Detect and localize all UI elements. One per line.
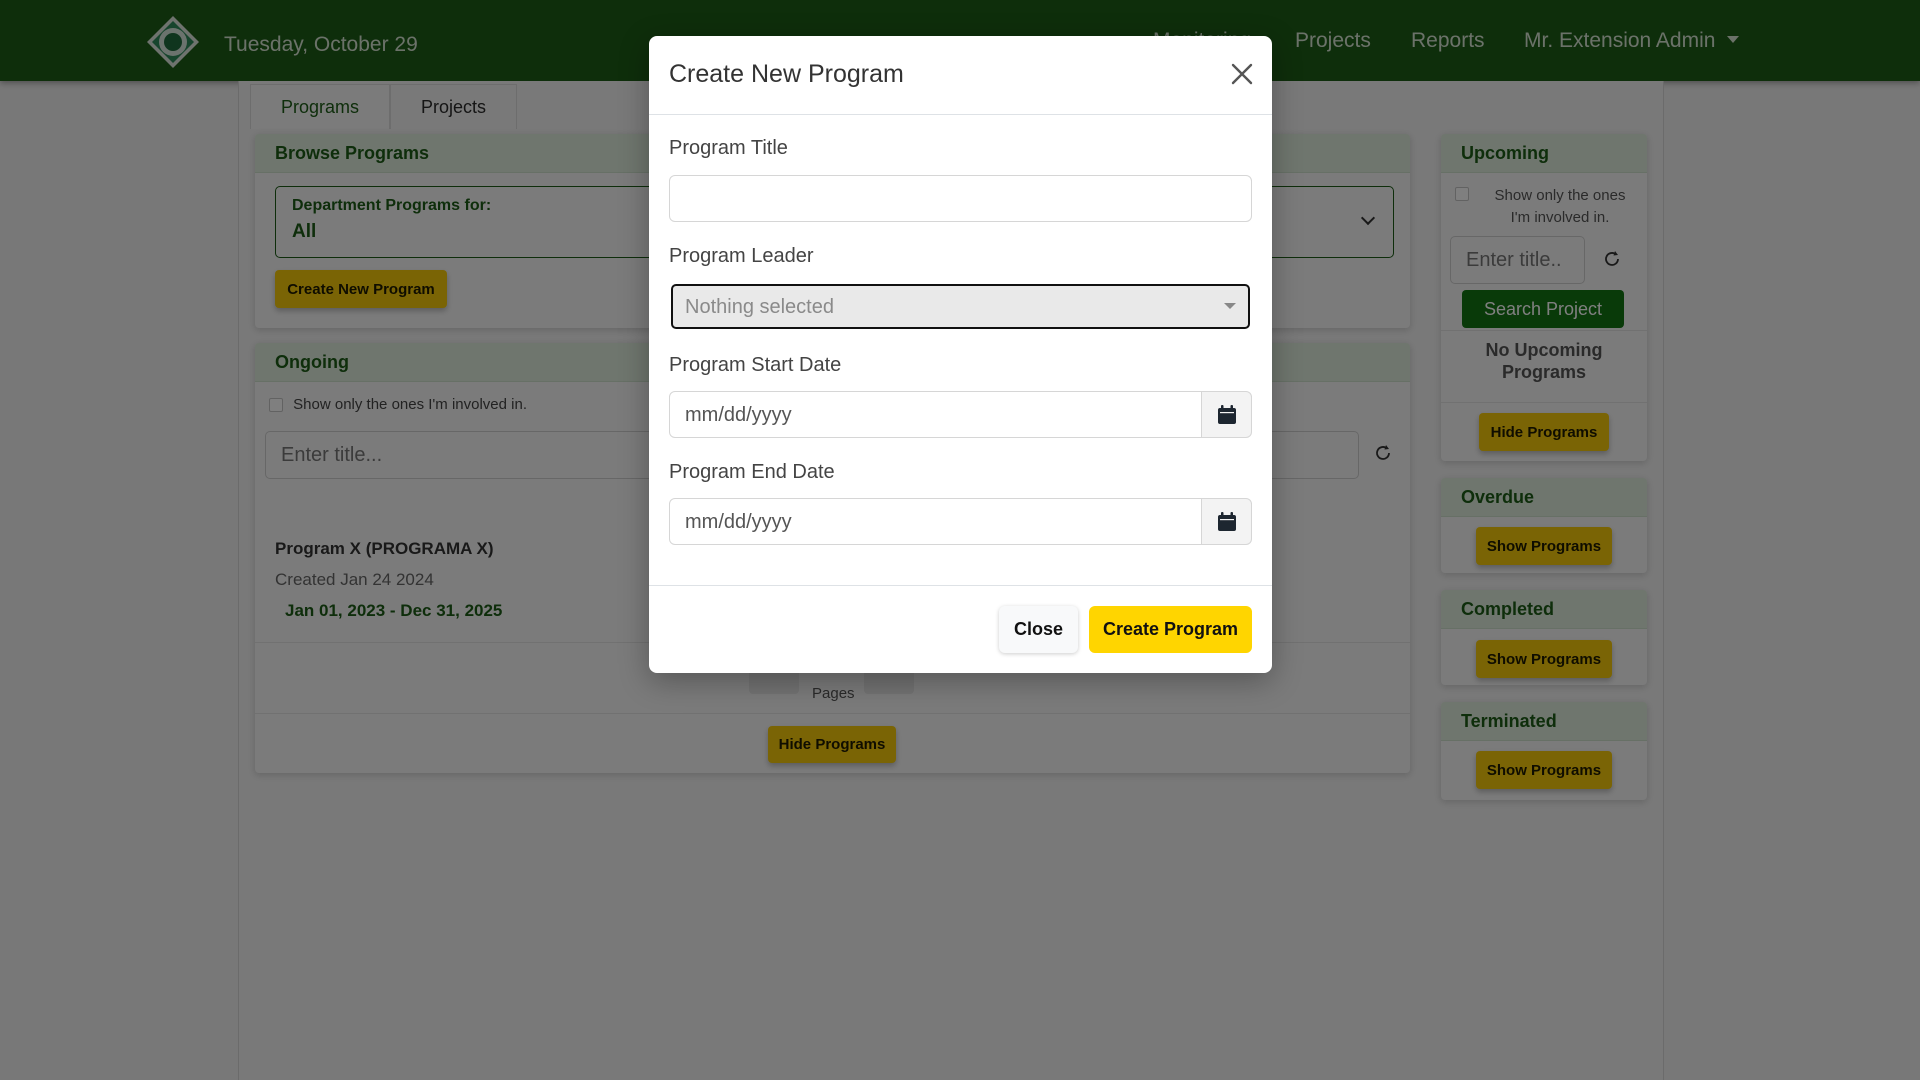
program-leader-label: Program Leader [669,245,814,267]
program-end-date-label: Program End Date [669,461,835,483]
close-icon[interactable] [1230,62,1254,86]
program-leader-value: Nothing selected [685,296,834,318]
program-title-label: Program Title [669,137,788,159]
modal-title: Create New Program [669,60,904,88]
close-button[interactable]: Close [999,606,1078,653]
start-date-placeholder: mm/dd/yyyy [685,404,792,426]
program-start-date-label: Program Start Date [669,354,842,376]
calendar-icon [1218,405,1236,424]
start-date-picker-button[interactable] [1201,391,1252,438]
create-program-button[interactable]: Create Program [1089,606,1252,653]
program-leader-select[interactable]: Nothing selected [671,284,1250,329]
program-start-date-input[interactable]: mm/dd/yyyy [669,391,1202,438]
modal-header: Create New Program [649,36,1272,115]
create-program-modal: Create New Program Program Title Program… [649,36,1272,673]
modal-footer: Close Create Program [649,585,1272,674]
caret-down-icon [1224,303,1236,309]
calendar-icon [1218,512,1236,531]
program-title-input[interactable] [669,175,1252,222]
end-date-placeholder: mm/dd/yyyy [685,511,792,533]
program-end-date-input[interactable]: mm/dd/yyyy [669,498,1202,545]
end-date-picker-button[interactable] [1201,498,1252,545]
